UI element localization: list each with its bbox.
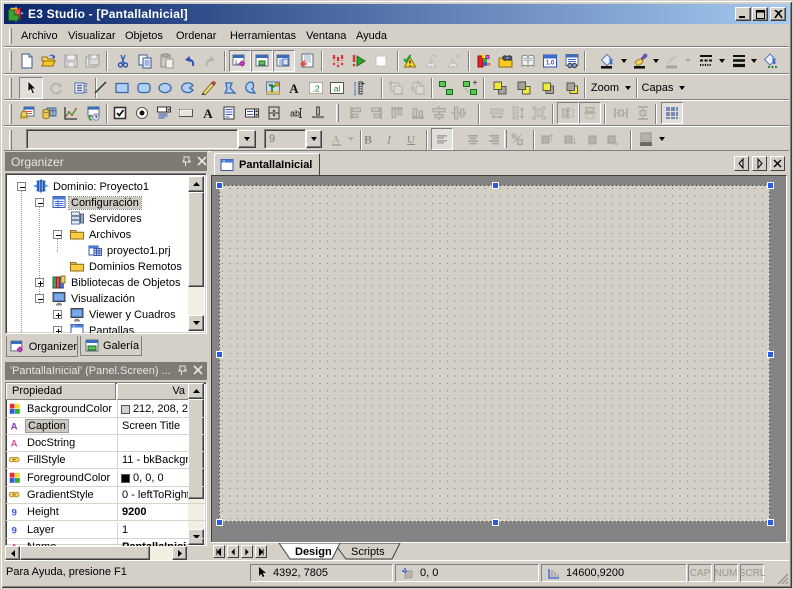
- svg-text:9: 9: [11, 526, 16, 537]
- svg-text:ab: ab: [290, 109, 300, 119]
- svg-text:0: 0: [353, 91, 356, 96]
- svg-text:.2: .2: [312, 83, 319, 93]
- svg-text:I: I: [386, 133, 392, 147]
- svg-text:Design: Design: [295, 546, 332, 558]
- svg-text:al: al: [334, 83, 341, 93]
- svg-text:9: 9: [11, 508, 16, 519]
- svg-text:A: A: [203, 106, 213, 121]
- svg-text:A: A: [11, 439, 18, 450]
- svg-text:A: A: [289, 81, 299, 96]
- svg-text:B: B: [364, 133, 372, 147]
- svg-text:Scripts: Scripts: [351, 546, 385, 558]
- svg-text:1.0: 1.0: [546, 61, 555, 67]
- svg-text:2: 2: [84, 89, 87, 95]
- svg-text:A: A: [11, 422, 18, 433]
